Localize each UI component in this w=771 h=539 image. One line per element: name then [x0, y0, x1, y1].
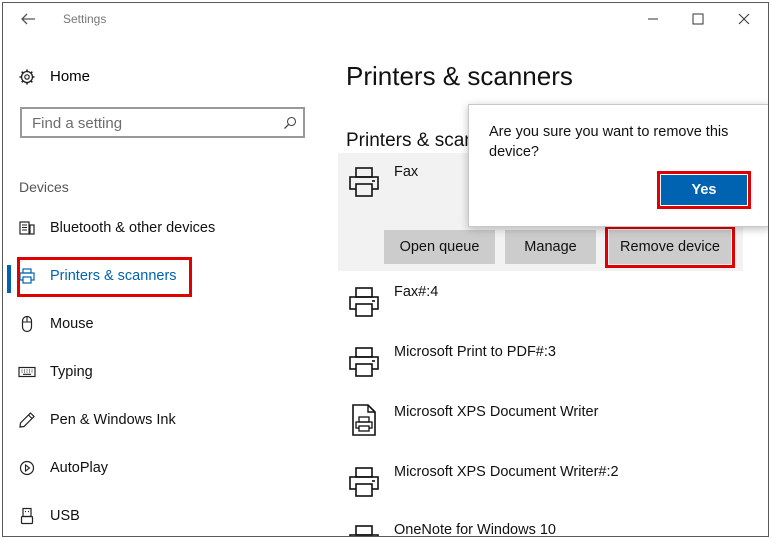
sidebar-item-label: AutoPlay — [50, 460, 109, 476]
title-bar: Settings — [3, 3, 768, 35]
manage-button[interactable]: Manage — [505, 230, 596, 264]
bluetooth-devices-icon — [19, 221, 35, 235]
keyboard-icon — [18, 366, 36, 378]
window-title: Settings — [63, 12, 107, 26]
sidebar-item-label: Bluetooth & other devices — [50, 220, 216, 236]
printer-icon — [349, 167, 379, 197]
selected-device-name: Fax — [394, 164, 419, 180]
settings-window: Settings Home Find a setting Devices Blu… — [2, 2, 769, 537]
sidebar-item-usb[interactable]: USB — [18, 504, 218, 530]
device-name: OneNote for Windows 10 — [394, 522, 556, 537]
pen-icon — [19, 412, 35, 428]
usb-icon — [20, 507, 34, 525]
search-placeholder: Find a setting — [32, 115, 123, 132]
search-icon[interactable] — [283, 116, 297, 130]
gear-icon — [19, 69, 35, 85]
sidebar-item-label: Pen & Windows Ink — [50, 412, 176, 428]
page-title: Printers & scanners — [346, 61, 573, 91]
sidebar-item-label: Mouse — [50, 316, 94, 332]
nav-home-label: Home — [50, 68, 91, 85]
close-icon[interactable] — [734, 9, 754, 29]
highlight-box-remove — [605, 226, 735, 268]
section-label-devices: Devices — [19, 179, 69, 195]
mouse-icon — [21, 315, 33, 333]
section-heading: Printers & scanners — [346, 130, 476, 151]
active-indicator — [7, 265, 11, 293]
printer-icon — [349, 467, 379, 497]
device-name: Microsoft XPS Document Writer#:2 — [394, 464, 619, 480]
sidebar-item-label: Typing — [50, 364, 93, 380]
highlight-box-yes — [657, 171, 751, 209]
document-printer-icon — [352, 404, 376, 436]
sidebar-item-pen[interactable]: Pen & Windows Ink — [18, 408, 218, 434]
sidebar-item-typing[interactable]: Typing — [18, 360, 218, 386]
printer-icon — [349, 525, 379, 536]
sidebar-item-bluetooth[interactable]: Bluetooth & other devices — [18, 216, 218, 242]
open-queue-button[interactable]: Open queue — [384, 230, 495, 264]
maximize-icon[interactable] — [688, 9, 708, 29]
device-name: Fax#:4 — [394, 284, 439, 300]
device-name: Microsoft Print to PDF#:3 — [394, 344, 556, 360]
highlight-box-printers — [17, 257, 192, 297]
confirm-message: Are you sure you want to remove this dev… — [489, 124, 729, 160]
confirm-remove-dialog: Are you sure you want to remove this dev… — [468, 104, 768, 227]
printer-icon — [349, 287, 379, 317]
minimize-icon[interactable] — [643, 9, 663, 29]
back-arrow-icon[interactable] — [19, 10, 37, 28]
search-input[interactable]: Find a setting — [20, 107, 305, 138]
printer-icon — [349, 347, 379, 377]
sidebar-item-label: USB — [50, 508, 80, 524]
autoplay-icon — [19, 460, 35, 476]
device-name: Microsoft XPS Document Writer — [394, 404, 599, 420]
sidebar-item-autoplay[interactable]: AutoPlay — [18, 456, 218, 482]
nav-home[interactable]: Home — [18, 65, 218, 89]
sidebar-item-mouse[interactable]: Mouse — [18, 312, 218, 338]
